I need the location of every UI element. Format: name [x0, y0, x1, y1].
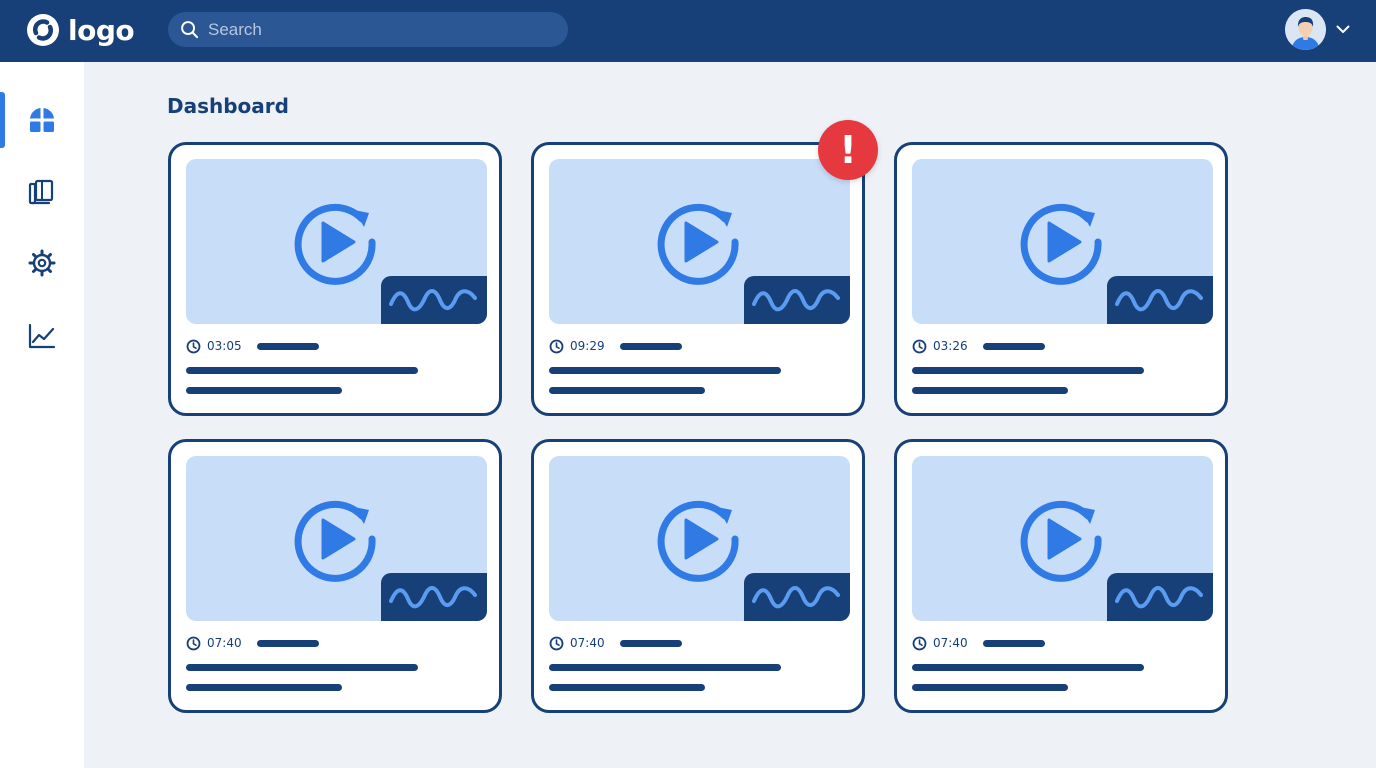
title-placeholder-bar: [549, 367, 781, 374]
dashboard-grid-icon: [30, 108, 54, 132]
video-thumbnail[interactable]: [549, 159, 850, 324]
logo-text: logo: [68, 13, 135, 47]
alert-badge[interactable]: !: [818, 120, 878, 180]
video-card[interactable]: 03:26: [894, 142, 1228, 416]
title-placeholder-bar: [186, 664, 418, 671]
logo-mark-icon: [27, 14, 59, 46]
avatar[interactable]: [1285, 9, 1326, 50]
play-replay-icon[interactable]: [290, 494, 380, 584]
clock-icon: [549, 339, 564, 353]
video-thumbnail[interactable]: [912, 159, 1213, 324]
sidebar: [0, 62, 84, 768]
meta-placeholder-bar: [983, 639, 1045, 647]
waveform-panel: [744, 276, 850, 324]
subtitle-placeholder-bar: [549, 387, 705, 394]
sidebar-item-settings[interactable]: [0, 235, 84, 291]
video-thumbnail[interactable]: [912, 456, 1213, 621]
waveform-icon: [1115, 289, 1203, 312]
play-replay-icon[interactable]: [1016, 197, 1106, 287]
search-icon: [181, 21, 199, 39]
video-meta: 03:05: [186, 338, 319, 354]
play-replay-icon[interactable]: [290, 197, 380, 287]
top-bar: logo: [0, 0, 1376, 62]
meta-placeholder-bar: [257, 639, 319, 647]
video-card[interactable]: 07:40: [894, 439, 1228, 713]
video-duration: 07:40: [570, 636, 605, 650]
video-duration: 03:05: [207, 339, 242, 353]
waveform-panel: [381, 276, 487, 324]
play-replay-icon[interactable]: [653, 494, 743, 584]
meta-placeholder-bar: [620, 342, 682, 350]
clock-icon: [912, 636, 927, 650]
video-meta: 09:29: [549, 338, 682, 354]
video-meta: 07:40: [912, 635, 1045, 651]
user-avatar-icon: [1285, 9, 1326, 50]
waveform-panel: [1107, 573, 1213, 621]
video-thumbnail[interactable]: [186, 456, 487, 621]
search-input[interactable]: [208, 19, 548, 40]
waveform-icon: [1115, 586, 1203, 609]
video-duration: 03:26: [933, 339, 968, 353]
video-duration: 07:40: [207, 636, 242, 650]
waveform-icon: [389, 586, 477, 609]
title-placeholder-bar: [912, 367, 1144, 374]
subtitle-placeholder-bar: [186, 684, 342, 691]
meta-placeholder-bar: [620, 639, 682, 647]
video-thumbnail[interactable]: [186, 159, 487, 324]
search-bar[interactable]: [168, 12, 568, 47]
clock-icon: [186, 636, 201, 650]
video-meta: 03:26: [912, 338, 1045, 354]
waveform-icon: [389, 289, 477, 312]
waveform-panel: [1107, 276, 1213, 324]
video-meta: 07:40: [549, 635, 682, 651]
subtitle-placeholder-bar: [912, 684, 1068, 691]
line-chart-icon: [28, 323, 56, 349]
play-replay-icon[interactable]: [653, 197, 743, 287]
video-card[interactable]: 07:40: [531, 439, 865, 713]
meta-placeholder-bar: [257, 342, 319, 350]
video-card[interactable]: 09:29: [531, 142, 865, 416]
video-card[interactable]: 07:40: [168, 439, 502, 713]
clock-icon: [912, 339, 927, 353]
sidebar-item-dashboard[interactable]: [0, 92, 84, 148]
video-thumbnail[interactable]: [549, 456, 850, 621]
library-book-icon: [28, 179, 54, 205]
clock-icon: [549, 636, 564, 650]
meta-placeholder-bar: [983, 342, 1045, 350]
title-placeholder-bar: [186, 367, 418, 374]
play-replay-icon[interactable]: [1016, 494, 1106, 584]
sidebar-item-analytics[interactable]: [0, 308, 84, 364]
video-duration: 07:40: [933, 636, 968, 650]
page-title: Dashboard: [167, 94, 289, 118]
waveform-panel: [381, 573, 487, 621]
title-placeholder-bar: [912, 664, 1144, 671]
chevron-down-icon[interactable]: [1335, 22, 1351, 36]
waveform-panel: [744, 573, 850, 621]
waveform-icon: [752, 586, 840, 609]
video-card[interactable]: 03:05: [168, 142, 502, 416]
subtitle-placeholder-bar: [186, 387, 342, 394]
subtitle-placeholder-bar: [912, 387, 1068, 394]
waveform-icon: [752, 289, 840, 312]
video-duration: 09:29: [570, 339, 605, 353]
clock-icon: [186, 339, 201, 353]
gear-icon: [28, 249, 56, 277]
video-meta: 07:40: [186, 635, 319, 651]
title-placeholder-bar: [549, 664, 781, 671]
subtitle-placeholder-bar: [549, 684, 705, 691]
logo[interactable]: logo: [26, 12, 135, 48]
sidebar-item-library[interactable]: [0, 164, 84, 220]
